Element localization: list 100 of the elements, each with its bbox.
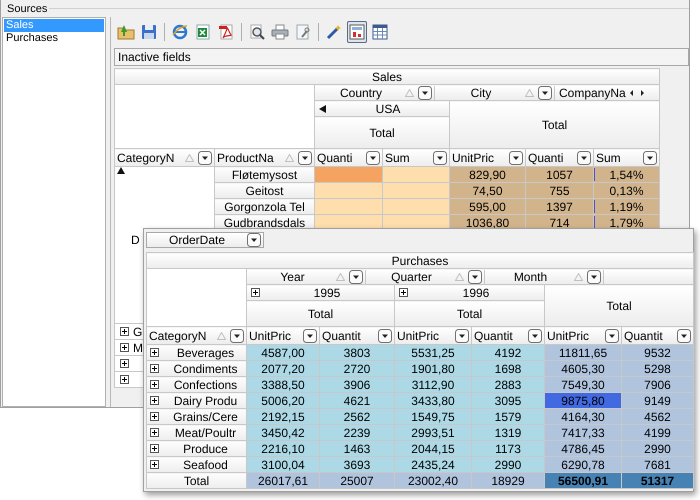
table-cell: 2883 xyxy=(472,376,544,392)
wand-icon xyxy=(326,24,342,40)
document-icon xyxy=(218,24,234,40)
table-cell: 7417,33 xyxy=(544,424,622,440)
category-label: M xyxy=(133,340,143,354)
collapse-icon[interactable] xyxy=(319,104,327,112)
table-cell: 4199 xyxy=(622,424,694,440)
table-cell: 1549,75 xyxy=(394,408,472,424)
table-cell xyxy=(382,182,450,198)
table-cell: 6290,78 xyxy=(544,456,622,472)
toolbar-button[interactable] xyxy=(347,21,367,43)
table-cell: 7906 xyxy=(622,376,694,392)
table-cell: 755 xyxy=(526,182,594,198)
table-cell: 1,19% xyxy=(594,198,660,214)
row-header: Total xyxy=(146,472,246,488)
table-cell: 3100,04 xyxy=(246,456,320,472)
table-cell: 4164,30 xyxy=(544,408,622,424)
table-cell: 1319 xyxy=(472,424,544,440)
column-total: Total xyxy=(246,300,394,326)
table-cell: 0,13% xyxy=(594,182,660,198)
magnifier-icon xyxy=(249,24,265,40)
page-icon xyxy=(295,24,311,40)
row-header: Confections xyxy=(172,378,238,392)
table-cell: 1698 xyxy=(472,360,544,376)
table-cell: 4587,00 xyxy=(246,344,320,360)
table-cell: 3693 xyxy=(320,456,394,472)
row-header: Gorgonzola Tel xyxy=(214,198,314,214)
group-title: Sources xyxy=(6,2,48,14)
expand-icon[interactable] xyxy=(120,327,129,336)
column-total: Total xyxy=(450,100,660,148)
inactive-fields-bar: Inactive fields xyxy=(114,48,689,66)
table-cell: 5006,20 xyxy=(246,392,320,408)
table-cell: 11811,65 xyxy=(544,344,622,360)
table-cell: 3112,90 xyxy=(394,376,472,392)
table-cell: 1057 xyxy=(526,166,594,182)
table-cell: 26017,61 xyxy=(246,472,320,488)
table-cell: 4192 xyxy=(472,344,544,360)
row-header: Condiments xyxy=(172,362,239,376)
table-cell: 3388,50 xyxy=(246,376,320,392)
row-header: Grains/Cere xyxy=(172,410,239,424)
table-cell: 5298 xyxy=(622,360,694,376)
table-cell: 7549,30 xyxy=(544,376,622,392)
table-cell: 23002,40 xyxy=(394,472,472,488)
column-value: 1996 xyxy=(462,286,490,300)
table-cell: 9532 xyxy=(622,344,694,360)
column-total: Total xyxy=(314,116,450,148)
expand-icon[interactable] xyxy=(150,396,159,405)
table-cell: 3095 xyxy=(472,392,544,408)
globe-icon xyxy=(172,24,188,40)
table-cell xyxy=(382,198,450,214)
category-label: D xyxy=(131,233,140,247)
save-icon xyxy=(141,24,157,40)
table-cell: 25007 xyxy=(320,472,394,488)
list-item[interactable]: Purchases xyxy=(4,32,104,45)
table-cell: 1,54% xyxy=(594,166,660,182)
folder-icon xyxy=(117,24,135,40)
table-cell: 74,50 xyxy=(450,182,526,198)
chart-icon xyxy=(349,24,365,40)
table-cell: 2044,15 xyxy=(394,440,472,456)
row-header: Geitost xyxy=(214,182,314,198)
row-header: Produce xyxy=(182,442,229,456)
printer-icon xyxy=(271,24,289,40)
grid-title: Sales xyxy=(114,68,660,84)
expand-icon[interactable] xyxy=(251,288,260,297)
expand-icon[interactable] xyxy=(150,364,159,373)
table-cell: 56500,91 xyxy=(544,472,622,488)
table-cell: 2192,15 xyxy=(246,408,320,424)
expand-icon[interactable] xyxy=(120,375,129,384)
table-cell: 4786,45 xyxy=(544,440,622,456)
table-cell: 2435,24 xyxy=(394,456,472,472)
table-cell: 3803 xyxy=(320,344,394,360)
expand-icon[interactable] xyxy=(150,444,159,453)
table-cell: 3433,80 xyxy=(394,392,472,408)
row-header: Fløtemysost xyxy=(214,166,314,182)
column-value: USA xyxy=(374,102,402,116)
expand-icon[interactable] xyxy=(150,460,159,469)
table-cell: 7681 xyxy=(622,456,694,472)
table-cell: 1463 xyxy=(320,440,394,456)
table-cell: 2990 xyxy=(622,440,694,456)
table-cell: 5531,25 xyxy=(394,344,472,360)
table-cell: 829,90 xyxy=(450,166,526,182)
expand-icon[interactable] xyxy=(150,380,159,389)
expand-icon[interactable] xyxy=(150,412,159,421)
table-cell: 2216,10 xyxy=(246,440,320,456)
table-cell: 1173 xyxy=(472,440,544,456)
table-cell: 3906 xyxy=(320,376,394,392)
column-total: Total xyxy=(544,284,694,326)
row-header: Meat/Poultr xyxy=(174,426,238,440)
table-cell: 9149 xyxy=(622,392,694,408)
table-cell: 2720 xyxy=(320,360,394,376)
expand-icon[interactable] xyxy=(120,343,129,352)
table-cell: 2077,20 xyxy=(246,360,320,376)
table-cell: 4562 xyxy=(622,408,694,424)
expand-icon[interactable] xyxy=(150,428,159,437)
expand-icon[interactable] xyxy=(150,348,159,357)
table-cell: 3450,42 xyxy=(246,424,320,440)
table-cell: 4605,30 xyxy=(544,360,622,376)
expand-icon[interactable] xyxy=(120,359,129,368)
expand-icon[interactable] xyxy=(399,288,408,297)
table-cell: 1901,80 xyxy=(394,360,472,376)
